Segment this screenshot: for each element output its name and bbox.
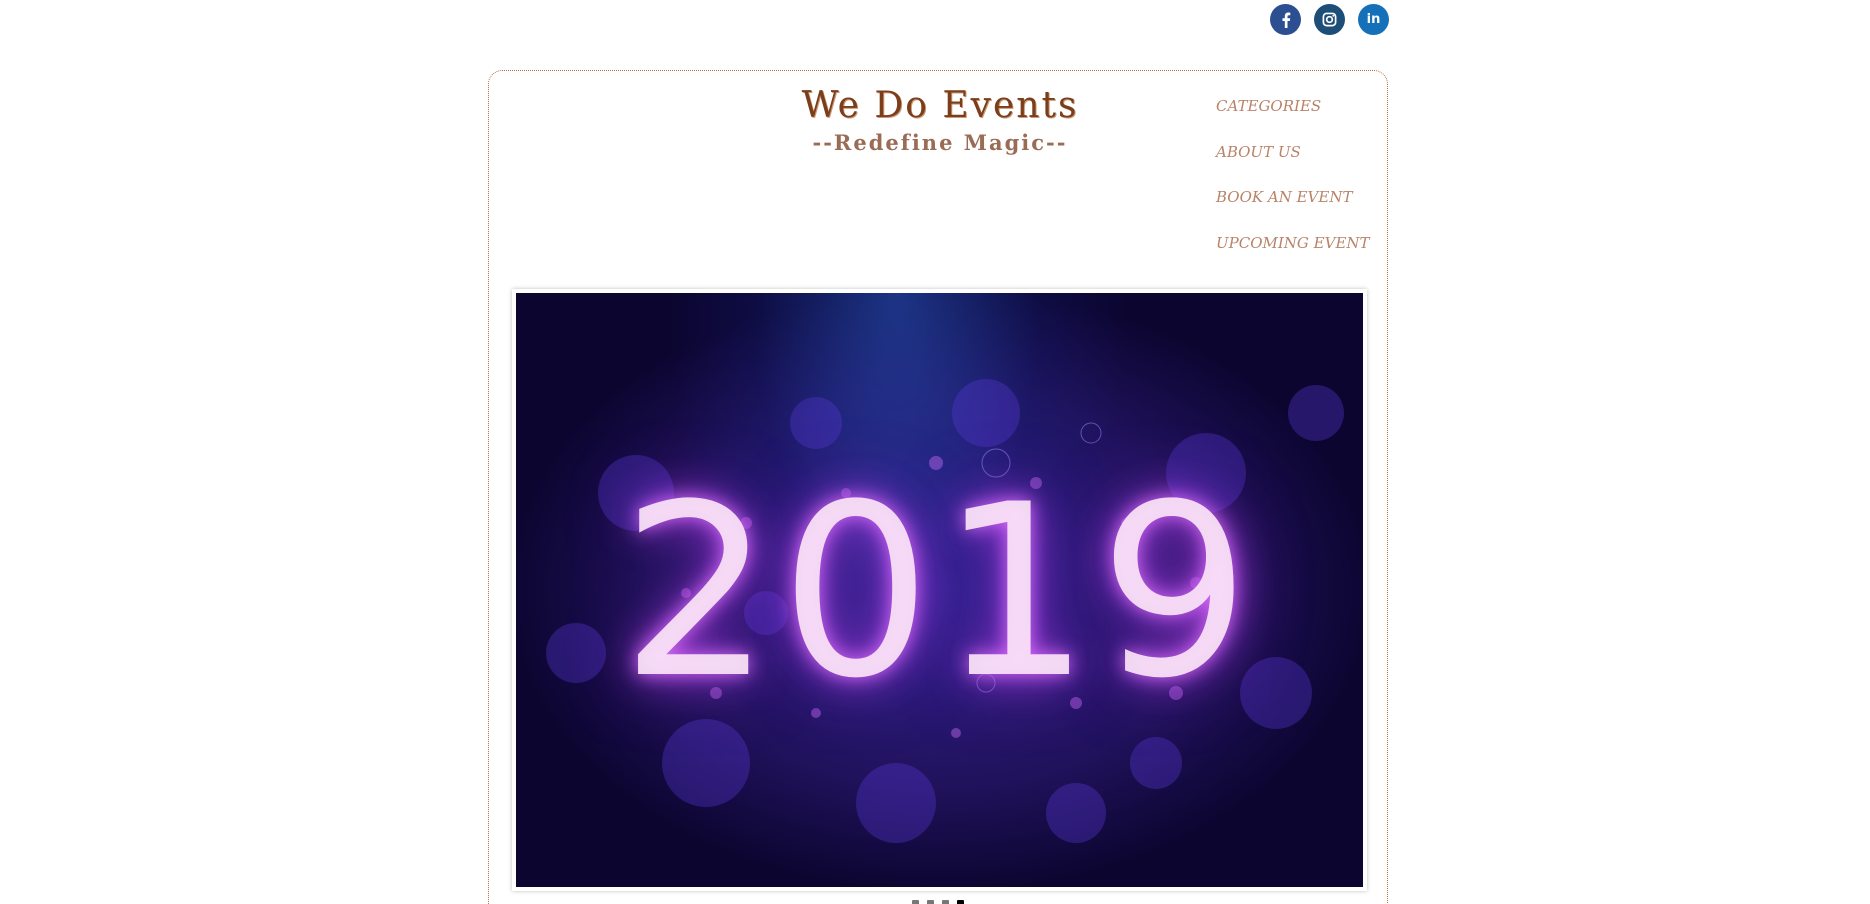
slide-caption: 2019 (620, 454, 1259, 731)
page: in We Do Events --Redefine Magic-- CATEG… (0, 0, 1870, 904)
linkedin-icon: in (1366, 12, 1381, 27)
linkedin-button[interactable]: in (1358, 4, 1389, 35)
facebook-icon (1282, 12, 1290, 28)
nav-item-upcoming-event: UPCOMING EVENT (1216, 231, 1391, 277)
slide-dot-3[interactable] (942, 900, 949, 904)
nav-link-book-an-event[interactable]: BOOK AN EVENT (1216, 188, 1352, 206)
site-tagline: --Redefine Magic-- (812, 130, 1068, 155)
nav-item-categories: CATEGORIES (1216, 94, 1391, 140)
instagram-button[interactable] (1314, 4, 1345, 35)
slide-dot-2[interactable] (927, 900, 934, 904)
main-nav: CATEGORIES ABOUT US BOOK AN EVENT UPCOMI… (1216, 94, 1391, 276)
nav-item-about-us: ABOUT US (1216, 140, 1391, 186)
social-links: in (1270, 4, 1389, 35)
site-title: We Do Events (801, 85, 1079, 126)
slide-pagination (912, 900, 964, 904)
instagram-icon (1322, 12, 1337, 27)
nav-link-upcoming-event[interactable]: UPCOMING EVENT (1216, 234, 1370, 252)
nav-link-about-us[interactable]: ABOUT US (1216, 143, 1301, 161)
brand-header: We Do Events --Redefine Magic-- (760, 84, 1120, 158)
nav-item-book-an-event: BOOK AN EVENT (1216, 185, 1391, 231)
slideshow: 2019 (512, 289, 1367, 891)
facebook-button[interactable] (1270, 4, 1301, 35)
nav-link-categories[interactable]: CATEGORIES (1216, 97, 1321, 115)
slide-dot-4[interactable] (957, 900, 964, 904)
slide-dot-1[interactable] (912, 900, 919, 904)
slide-image[interactable]: 2019 (516, 293, 1363, 887)
